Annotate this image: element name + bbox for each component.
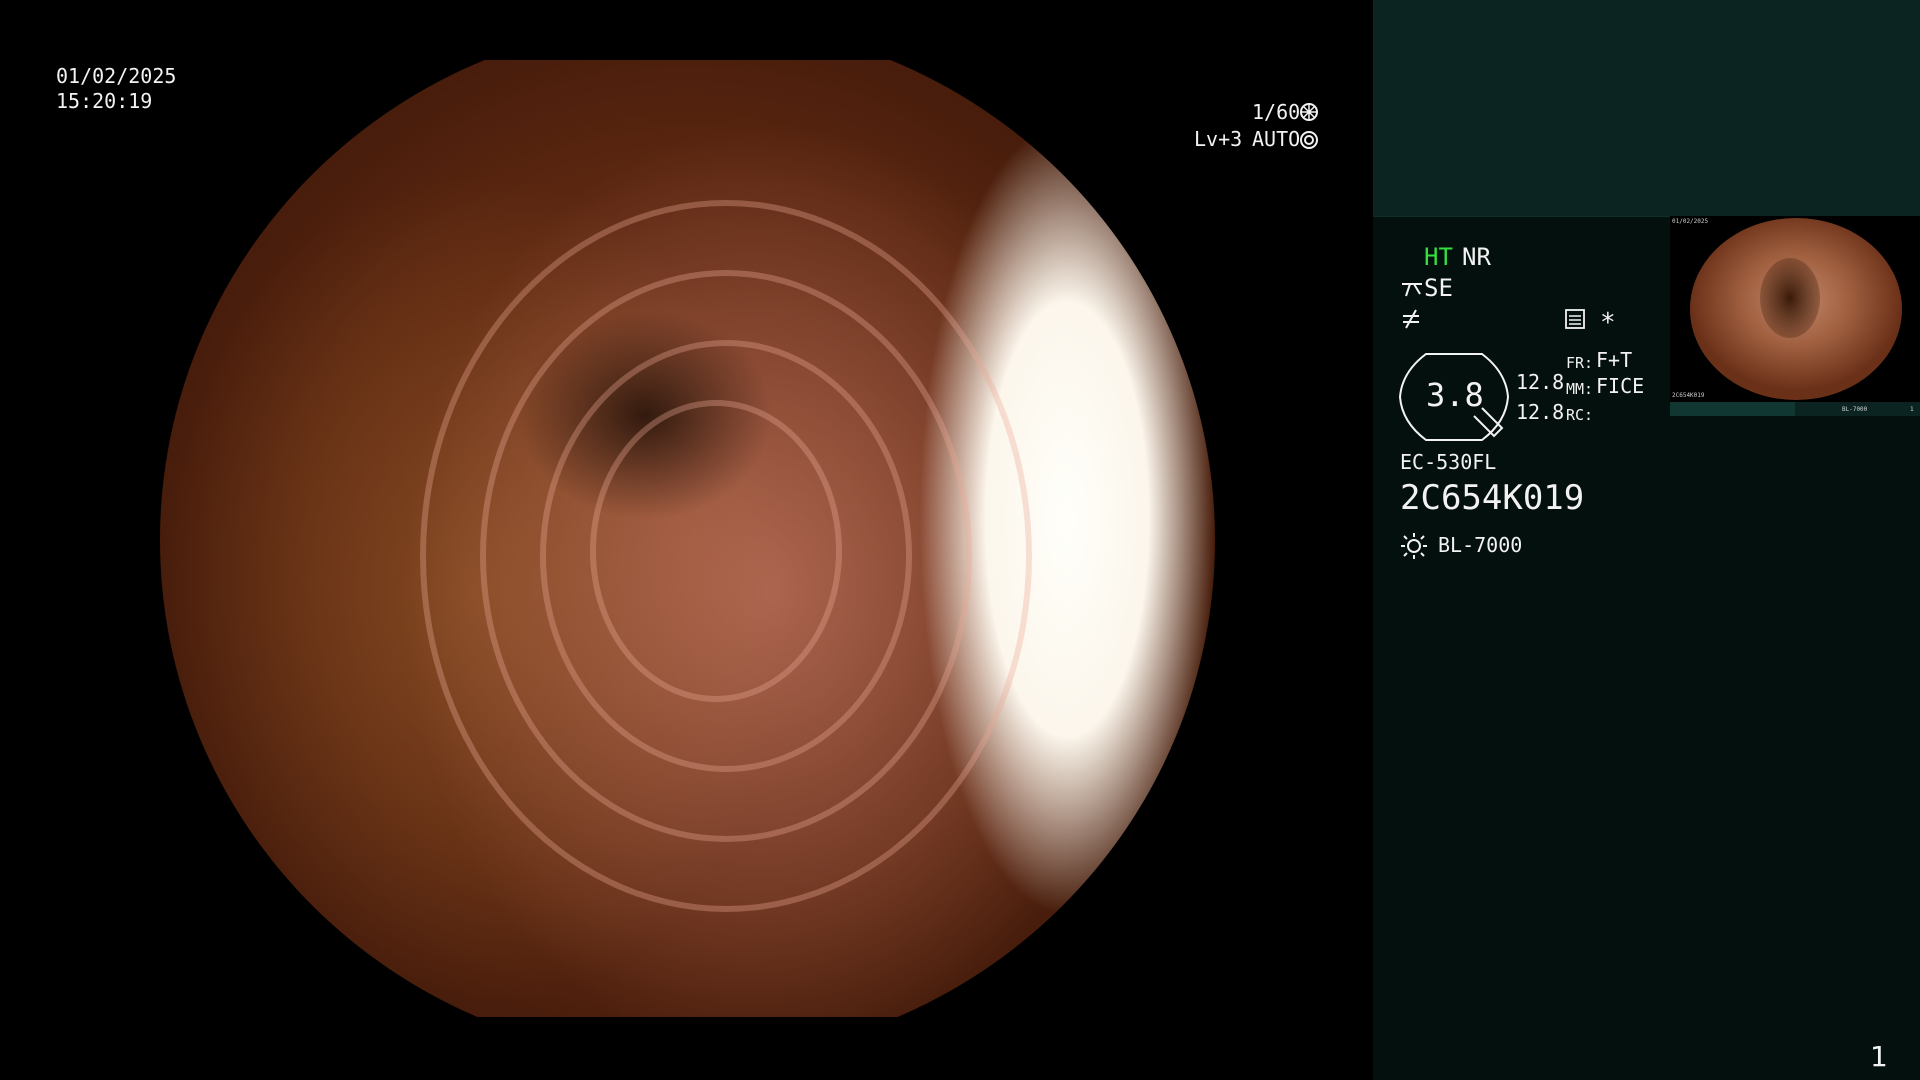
- scope-serial: 2C654K019: [1400, 478, 1585, 518]
- not-equal-icon: [1403, 309, 1419, 329]
- thumbnail-bar: BL-7000 1: [1670, 402, 1920, 416]
- page-number: 1: [1870, 1040, 1888, 1073]
- se-label: SE: [1424, 274, 1453, 302]
- thumbnail-light: BL-7000: [1842, 406, 1868, 413]
- date-text: 01/02/2025: [56, 64, 177, 88]
- zoom-badge: 3.8: [1398, 352, 1510, 442]
- shutter-text: 1/60: [1252, 100, 1301, 124]
- endoscope-view: 01/02/2025 15:20:19 1/60 Lv+3 AUTO: [0, 0, 1373, 1080]
- capture-thumbnail[interactable]: 01/02/2025 2C654K019: [1670, 216, 1920, 402]
- rc-label: RC:: [1566, 406, 1594, 424]
- ht-label: HT: [1424, 243, 1453, 271]
- endoscopic-image: [160, 60, 1215, 1017]
- zoom-value: 3.8: [1426, 376, 1484, 414]
- time-text: 15:20:19: [56, 89, 153, 113]
- mm-value: FICE: [1596, 374, 1645, 398]
- mucosal-fold: [590, 400, 842, 702]
- thumbnail-bar-segment: [1670, 402, 1795, 416]
- thumbnail-serial: 2C654K019: [1672, 392, 1705, 399]
- iris-mode-text: AUTO: [1252, 127, 1301, 151]
- nr-label: NR: [1462, 243, 1491, 271]
- thumbnail-date: 01/02/2025: [1672, 218, 1709, 225]
- asterisk-mark: *: [1600, 308, 1616, 338]
- light-source: BL-7000: [1438, 533, 1523, 557]
- level-text: Lv+3: [1194, 127, 1243, 151]
- shutter-icon: [1300, 103, 1318, 121]
- fr-value: F+T: [1596, 348, 1633, 372]
- fr-label: FR:: [1566, 354, 1594, 372]
- sun-icon: [1401, 533, 1427, 559]
- scissors-icon: [1402, 283, 1422, 297]
- panel-header-area: [1373, 0, 1920, 217]
- settings-icon: [1565, 309, 1585, 329]
- mm-label: MM:: [1566, 380, 1594, 398]
- iris-icon: [1300, 131, 1318, 149]
- image-circle: [160, 60, 1215, 1017]
- value-1: 12.8: [1516, 370, 1565, 394]
- scope-model: EC-530FL: [1400, 450, 1497, 474]
- thumbnail-page: 1: [1910, 406, 1914, 413]
- thumbnail-image: [1690, 218, 1902, 400]
- value-2: 12.8: [1516, 400, 1565, 424]
